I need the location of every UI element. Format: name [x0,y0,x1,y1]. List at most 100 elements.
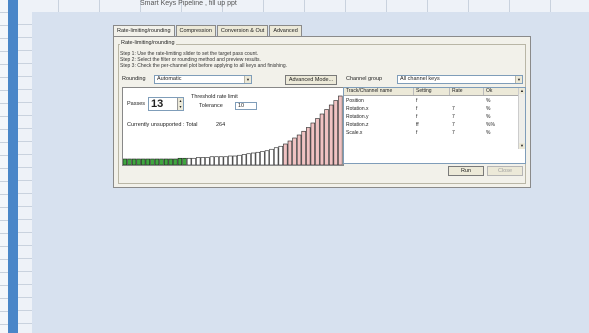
row-name: Rotation.x [346,106,369,112]
row-name: Rotation.y [346,114,369,120]
chart-bar-23 [223,156,228,165]
row-ok: % [486,130,491,136]
chart-bar-6 [145,158,151,165]
row-rate: 7 [452,114,455,120]
chart-bar-45 [324,109,329,165]
column-header-name[interactable]: Track/Channel name [344,88,414,95]
chart-bar-9 [159,158,164,165]
chart-bar-42 [310,122,315,165]
row-rate: 7 [452,130,455,136]
chart-bar-46 [328,104,334,165]
advanced-mode-button[interactable]: Advanced Mode... [285,75,337,85]
row-name: Rotation.z [346,122,369,128]
chart-bar-22 [218,156,224,165]
chart-bar-34 [273,147,279,165]
chart-bar-15 [186,157,192,165]
chart-bar-38 [292,137,297,165]
row-ok: % [486,114,491,120]
table-row[interactable]: Scale.x f 7 % [344,129,520,137]
chart-bar-4 [136,158,141,165]
chart-bar-25 [232,155,238,165]
chart-bar-2 [127,158,132,165]
chart-bar-8 [154,158,160,165]
row-ok: %% [486,122,495,128]
row-setting: f [416,98,418,104]
passes-label: Passes [127,101,146,107]
chart-bar-11 [168,158,173,165]
chart-bar-36 [283,143,288,165]
tolerance-label: Tolerance [199,103,223,109]
column-header-rate[interactable]: Rate [450,88,484,95]
table-row[interactable]: Rotation.z ff 7 %% [344,121,520,129]
chart-bar-39 [296,134,302,165]
mode-select[interactable]: Automatic ▼ [154,75,252,84]
tolerance-input[interactable]: 10 [235,102,257,110]
sheet-left-grid [0,0,8,333]
chart-bar-33 [269,148,274,165]
tab-compression[interactable]: Compression [175,25,216,36]
column-header-setting[interactable]: Setting [414,88,450,95]
chart-bar-35 [278,145,283,165]
chart-bar-13 [177,157,183,165]
chart-bar-3 [131,158,137,165]
row-ok: % [486,106,491,112]
table-row[interactable]: Rotation.y f 7 % [344,113,520,121]
mode-label: Rounding [122,76,146,82]
passes-value: 13 [151,98,164,110]
chart-bar-44 [319,113,325,165]
chart-bar-26 [237,154,242,165]
threshold-label: Threshold rate limit [191,94,238,100]
spin-arrows-icon[interactable]: ▲ ▼ [177,98,183,110]
scroll-up-icon[interactable]: ▲ [519,88,525,94]
row-ok: % [486,98,491,104]
chevron-down-icon: ▼ [244,76,251,83]
instruction-3: Step 3: Check the per-channel plot befor… [120,63,288,69]
chart-bar-37 [287,140,293,165]
filter-select-value: All channel keys [400,76,440,82]
chart-bar-18 [200,157,205,165]
chart-bar-19 [205,157,210,165]
chart-bar-27 [241,154,247,165]
chart-bar-47 [333,100,338,165]
chart-bar-10 [163,158,169,165]
chart-bar-43 [315,118,320,165]
row-name: Position [346,98,364,104]
chart-bar-16 [191,157,196,165]
row-setting: f [416,130,418,136]
chart-bar-24 [228,155,233,165]
chart-bar-31 [260,151,265,165]
row-rate [450,97,484,105]
run-button[interactable]: Run [448,166,484,176]
title-strip: Smart Keys Pipeline , fill up ppt [18,0,589,12]
table-row[interactable]: Position f % [344,97,520,105]
tab-conversion[interactable]: Conversion & Out [216,25,269,36]
window-accent-bar [8,0,18,333]
row-setting: f [416,114,418,120]
tab-advanced[interactable]: Advanced [269,25,302,36]
row-name: Scale.x [346,130,363,136]
table-scrollbar[interactable]: ▲ ▼ [518,88,525,149]
group-title: Rate-limiting/rounding [120,40,176,46]
chart-bar-1 [123,158,128,165]
scroll-down-icon[interactable]: ▼ [519,143,525,149]
unsupported-label: Currently unsupported : Total [127,122,198,128]
row-setting: f [416,106,418,112]
table-row[interactable]: Rotation.x f 7 % [344,105,520,113]
tab-panel: Rate-limiting/rounding Step 1: Use the r… [113,36,531,188]
chart-bar-29 [251,152,256,165]
filter-select[interactable]: All channel keys ▼ [397,75,523,84]
row-setting: ff [416,122,419,128]
channel-table: Track/Channel name Setting Rate Ok Posit… [343,87,526,164]
filter-label: Channel group [346,76,383,82]
chart-bar-5 [141,158,146,165]
column-header-ok[interactable]: Ok [484,88,520,95]
close-button[interactable]: Close [487,166,523,176]
chart-bar-14 [182,157,187,165]
chart-bar-20 [209,156,215,165]
chevron-down-icon: ▼ [515,76,522,83]
passes-stepper[interactable]: 13 ▲ ▼ [148,97,184,111]
chart-bar-32 [264,150,270,165]
chart-bar-28 [246,153,251,165]
row-rate: 7 [452,122,455,128]
table-header: Track/Channel name Setting Rate Ok [344,88,520,96]
